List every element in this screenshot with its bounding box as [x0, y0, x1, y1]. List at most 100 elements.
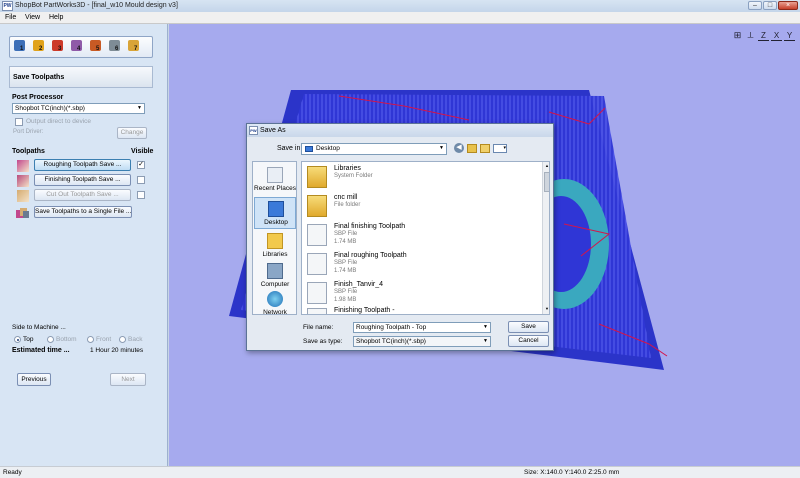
radio-top[interactable] [14, 336, 21, 343]
file-name: Final roughing Toolpath [334, 252, 407, 259]
file-list[interactable]: Libraries System Folder cnc mill File fo… [301, 161, 550, 315]
save-type-select[interactable]: Shopbot TC(inch)(*.sbp) ▼ [353, 336, 491, 347]
step-6-icon[interactable]: 6 [109, 40, 122, 55]
roughing-toolpath-save-button[interactable]: Roughing Toolpath Save ... [34, 159, 131, 171]
list-item[interactable]: Libraries System Folder [304, 163, 536, 190]
libraries-icon [267, 233, 283, 249]
file-name-input[interactable]: Roughing Toolpath - Top ▼ [353, 322, 491, 333]
scroll-down-icon[interactable]: ▼ [544, 306, 549, 312]
step-3-icon[interactable]: 3 [52, 40, 65, 55]
step-3-number: 3 [58, 46, 62, 52]
step-4-icon[interactable]: 4 [71, 40, 84, 55]
estimated-time-value: 1 Hour 20 minutes [90, 347, 144, 354]
radio-back[interactable] [119, 336, 126, 343]
close-button[interactable]: × [778, 1, 798, 10]
place-desktop[interactable]: Desktop [254, 197, 296, 229]
chevron-down-icon: ▼ [483, 338, 488, 344]
radio-bottom[interactable] [47, 336, 54, 343]
post-processor-select[interactable]: Shopbot TC(inch)(*.sbp) ▼ [12, 103, 145, 114]
network-icon [267, 291, 283, 307]
back-icon[interactable]: ◀ [454, 143, 464, 153]
menu-view[interactable]: View [25, 14, 40, 21]
finishing-toolpath-save-button[interactable]: Finishing Toolpath Save ... [34, 174, 131, 186]
finishing-visible-checkbox[interactable] [137, 176, 145, 184]
file-name: Finishing Toolpath - [334, 307, 395, 314]
post-processor-heading: Post Processor [12, 94, 64, 101]
step-7-icon[interactable]: 7 [128, 40, 141, 55]
file-list-scrollbar[interactable]: ▲ ▼ [542, 162, 549, 314]
minimize-button[interactable]: – [748, 1, 762, 10]
cutout-toolpath-save-button[interactable]: Cut Out Toolpath Save ... [34, 189, 131, 201]
chevron-down-icon: ▼ [439, 145, 444, 151]
fit-view-icon[interactable]: ⊞ [732, 30, 743, 41]
radio-top-label: Top [23, 336, 34, 343]
dialog-title-bar: PW Save As [247, 124, 553, 137]
previous-button[interactable]: Previous [17, 373, 51, 386]
place-network[interactable]: Network [254, 288, 296, 320]
list-item[interactable]: Final finishing Toolpath SBP File 1.74 M… [304, 221, 536, 248]
scroll-up-icon[interactable]: ▲ [544, 163, 549, 169]
view-z-icon[interactable]: Z [758, 30, 769, 41]
save-as-dialog: PW Save As Save in: Desktop ▼ ◀ ▾ Recent… [246, 123, 554, 351]
place-desktop-label: Desktop [264, 219, 288, 226]
place-recent[interactable]: Recent Places [254, 164, 296, 196]
next-button[interactable]: Next [110, 373, 146, 386]
place-computer-label: Computer [260, 281, 290, 288]
maximize-button[interactable]: □ [763, 1, 777, 10]
step-5-number: 5 [96, 46, 100, 52]
cancel-button[interactable]: Cancel [508, 335, 549, 347]
material-size: Size: X:140.0 Y:140.0 Z:25.0 mm [524, 469, 620, 476]
title-bar: PW ShopBot PartWorks3D - [final_w10 Moul… [0, 0, 800, 12]
finishing-toolpath-icon [17, 175, 29, 187]
scroll-thumb[interactable] [544, 172, 549, 192]
step-1-icon[interactable]: 1 [14, 40, 27, 55]
toolpath-panel: 1 2 3 4 5 6 7 Save Toolpaths Post Proces… [0, 24, 168, 466]
up-folder-icon[interactable] [467, 144, 477, 153]
place-libraries[interactable]: Libraries [254, 230, 296, 262]
output-direct-checkbox[interactable] [15, 118, 23, 126]
list-item[interactable]: Finishing Toolpath - [304, 305, 536, 314]
step-2-icon[interactable]: 2 [33, 40, 46, 55]
view-y-icon[interactable]: Y [784, 30, 795, 41]
radio-back-label: Back [128, 336, 143, 343]
file-size: 1.98 MB [334, 297, 357, 303]
roughing-toolpath-icon [17, 160, 29, 172]
step-5-icon[interactable]: 5 [90, 40, 103, 55]
view-x-icon[interactable]: X [771, 30, 782, 41]
new-folder-icon[interactable] [480, 144, 490, 153]
desktop-icon [268, 201, 284, 217]
section-header: Save Toolpaths [9, 66, 153, 88]
cutout-visible-checkbox[interactable] [137, 191, 145, 199]
document-icon [307, 308, 327, 314]
status-text: Ready [3, 469, 22, 476]
dialog-title: Save As [260, 127, 286, 134]
step-7-number: 7 [134, 46, 138, 52]
status-bar: Ready Size: X:140.0 Y:140.0 Z:25.0 mm [0, 466, 800, 478]
list-item[interactable]: Final roughing Toolpath SBP File 1.74 MB [304, 250, 536, 277]
place-libraries-label: Libraries [262, 251, 288, 258]
section-title: Save Toolpaths [13, 74, 65, 81]
iso-view-icon[interactable]: ⟂ [745, 30, 756, 41]
file-type: SBP File [334, 231, 358, 237]
save-all-icon [16, 207, 30, 219]
list-item[interactable]: Finish_Tanvir_4 SBP File 1.98 MB [304, 279, 536, 306]
places-bar: Recent Places Desktop Libraries Computer… [252, 161, 297, 316]
step-4-number: 4 [77, 46, 81, 52]
computer-icon [267, 263, 283, 279]
file-size: 1.74 MB [334, 239, 357, 245]
change-button[interactable]: Change [117, 127, 147, 139]
menu-file[interactable]: File [5, 14, 16, 21]
step-toolbar: 1 2 3 4 5 6 7 [9, 36, 153, 58]
file-type: SBP File [334, 260, 358, 266]
radio-front[interactable] [87, 336, 94, 343]
save-in-select[interactable]: Desktop ▼ [301, 143, 447, 155]
roughing-visible-checkbox[interactable]: ✓ [137, 161, 145, 169]
save-single-file-button[interactable]: Save Toolpaths to a Single File ... [34, 206, 132, 218]
menu-help[interactable]: Help [49, 14, 63, 21]
view-menu-icon[interactable]: ▾ [493, 144, 507, 153]
place-network-label: Network [263, 309, 287, 316]
window-title: ShopBot PartWorks3D - [final_w10 Mould d… [15, 2, 178, 9]
cutout-toolpath-icon [17, 190, 29, 202]
save-button[interactable]: Save [508, 321, 549, 333]
list-item[interactable]: cnc mill File folder [304, 192, 536, 219]
